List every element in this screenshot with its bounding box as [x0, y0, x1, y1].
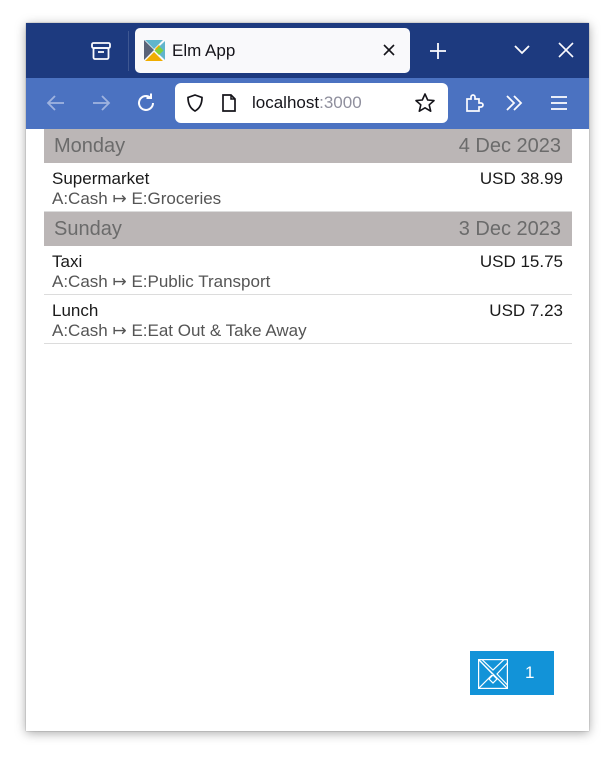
plus-icon[interactable]: [426, 39, 450, 63]
tab-title: Elm App: [172, 41, 236, 60]
debugger-count: 1: [525, 663, 535, 682]
star-icon[interactable]: [414, 92, 436, 114]
elm-logo-icon: [144, 40, 165, 61]
double-chevron-icon[interactable]: [502, 91, 526, 115]
elm-debugger-button[interactable]: 1: [470, 651, 554, 695]
url-bar[interactable]: localhost:3000: [175, 83, 448, 123]
transaction-list: Monday 4 Dec 2023 Supermarket USD 38.99 …: [44, 129, 572, 344]
day-name: Sunday: [54, 218, 122, 240]
transaction-row[interactable]: Lunch USD 7.23 A:Cash ↦ E:Eat Out & Take…: [44, 295, 572, 344]
chevron-down-icon[interactable]: [512, 40, 532, 60]
transaction-accounts: A:Cash ↦ E:Public Transport: [52, 272, 271, 291]
page-icon[interactable]: [220, 93, 238, 113]
shield-icon[interactable]: [185, 93, 205, 113]
transaction-row[interactable]: Taxi USD 15.75 A:Cash ↦ E:Public Transpo…: [44, 246, 572, 295]
day-date: 3 Dec 2023: [458, 218, 561, 240]
puzzle-icon[interactable]: [462, 91, 486, 115]
browser-window: Elm App localhost:3000 Monday 4 Dec 2023…: [26, 23, 589, 731]
arrow-right-icon[interactable]: [89, 91, 113, 115]
arrow-left-icon[interactable]: [44, 91, 68, 115]
url-host: localhost: [252, 93, 320, 112]
transaction-row[interactable]: Supermarket USD 38.99 A:Cash ↦ E:Groceri…: [44, 163, 572, 212]
close-icon[interactable]: [380, 41, 398, 59]
url-port: :3000: [319, 93, 362, 112]
hamburger-icon[interactable]: [547, 91, 571, 115]
reload-icon[interactable]: [134, 91, 158, 115]
window-close-icon[interactable]: [556, 40, 576, 60]
transaction-payee: Taxi: [52, 252, 83, 271]
transaction-payee: Supermarket: [52, 169, 150, 188]
elm-logo-icon: [478, 659, 508, 689]
transaction-payee: Lunch: [52, 301, 99, 320]
url-text[interactable]: localhost:3000: [252, 93, 362, 113]
tab-elm-app[interactable]: Elm App: [135, 28, 410, 73]
transaction-amount: USD 38.99: [479, 169, 563, 188]
transaction-accounts: A:Cash ↦ E:Eat Out & Take Away: [52, 321, 307, 340]
transaction-accounts: A:Cash ↦ E:Groceries: [52, 189, 222, 208]
day-date: 4 Dec 2023: [458, 135, 561, 157]
tab-strip: Elm App: [26, 23, 589, 78]
transaction-amount: USD 7.23: [489, 301, 563, 320]
nav-bar: localhost:3000: [26, 78, 589, 129]
day-header: Sunday 3 Dec 2023: [44, 212, 572, 246]
page-content: Monday 4 Dec 2023 Supermarket USD 38.99 …: [26, 129, 589, 731]
day-name: Monday: [54, 135, 126, 157]
transaction-amount: USD 15.75: [479, 252, 563, 271]
tab-strip-divider: [128, 31, 129, 71]
container-icon[interactable]: [86, 37, 116, 65]
day-header: Monday 4 Dec 2023: [44, 129, 572, 163]
